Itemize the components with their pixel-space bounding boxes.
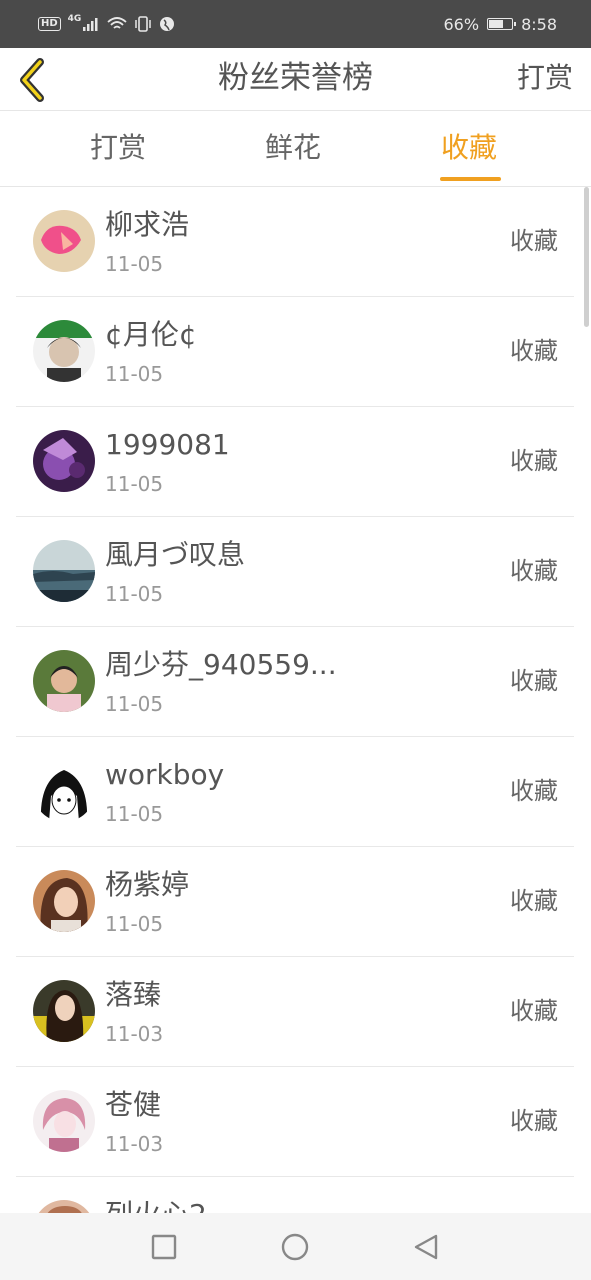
user-name: 落臻 <box>105 978 162 1011</box>
tab-flowers[interactable]: 鲜花 <box>265 129 321 167</box>
user-name: ¢月伦¢ <box>105 318 197 351</box>
user-name: 1999081 <box>105 428 230 461</box>
user-name: 柳求浩 <box>105 208 190 241</box>
clock: 8:58 <box>521 14 557 34</box>
user-name: 周少芬_940559... <box>105 648 337 681</box>
avatar <box>33 1090 95 1152</box>
recent-apps-button[interactable] <box>150 1233 178 1261</box>
date: 11-05 <box>105 692 164 716</box>
avatar <box>33 320 95 382</box>
square-icon <box>151 1234 177 1260</box>
avatar <box>33 760 95 822</box>
avatar <box>33 540 95 602</box>
hd-badge: HD <box>38 17 61 31</box>
home-button[interactable] <box>281 1233 309 1261</box>
tab-reward[interactable]: 打赏 <box>90 129 146 167</box>
action-label: 收藏 <box>510 667 558 695</box>
list-item[interactable]: 周少芬_940559... 11-05 收藏 <box>16 627 574 737</box>
network-4g-icon: 4G <box>67 14 82 24</box>
status-bar-left: HD 4G <box>38 14 175 34</box>
date: 11-05 <box>105 582 164 606</box>
user-name: 風月づ叹息 <box>105 538 246 571</box>
list-item[interactable]: 1999081 11-05 收藏 <box>16 407 574 517</box>
system-nav-bar <box>0 1213 591 1280</box>
avatar <box>33 650 95 712</box>
date: 11-05 <box>105 472 164 496</box>
app-header: 粉丝荣誉榜 打赏 <box>0 48 591 111</box>
avatar <box>33 210 95 272</box>
page-title: 粉丝荣誉榜 <box>218 60 373 96</box>
user-name: workboy <box>105 758 225 791</box>
action-label: 收藏 <box>510 887 558 915</box>
list-item[interactable]: 風月づ叹息 11-05 收藏 <box>16 517 574 627</box>
signal-icon <box>83 18 98 31</box>
list-item[interactable]: ¢月伦¢ 11-05 收藏 <box>16 297 574 407</box>
list-item[interactable]: workboy 11-05 收藏 <box>16 737 574 847</box>
battery-percent: 66% <box>443 14 480 34</box>
date: 11-05 <box>105 802 164 826</box>
user-name: 苍健 <box>105 1088 162 1121</box>
user-name: 杨紫婷 <box>105 868 190 901</box>
list-item[interactable]: 杨紫婷 11-05 收藏 <box>16 847 574 957</box>
status-bar: HD 4G 66% 8:58 <box>0 0 591 48</box>
avatar <box>33 870 95 932</box>
action-label: 收藏 <box>510 337 558 365</box>
tab-favorites[interactable]: 收藏 <box>441 129 497 167</box>
vibrate-icon <box>135 16 152 32</box>
action-label: 收藏 <box>510 997 558 1025</box>
list-item[interactable]: 落臻 11-03 收藏 <box>16 957 574 1067</box>
scrollbar[interactable] <box>584 187 589 327</box>
reward-button[interactable]: 打赏 <box>517 60 573 96</box>
date: 11-03 <box>105 1132 164 1156</box>
back-nav-button[interactable] <box>412 1233 440 1261</box>
avatar <box>33 430 95 492</box>
action-label: 收藏 <box>510 557 558 585</box>
circle-icon <box>281 1233 309 1261</box>
active-tab-indicator <box>440 177 501 181</box>
list-item[interactable]: 苍健 11-03 收藏 <box>16 1067 574 1177</box>
date: 11-05 <box>105 252 164 276</box>
action-label: 收藏 <box>510 227 558 255</box>
action-label: 收藏 <box>510 777 558 805</box>
action-label: 收藏 <box>510 447 558 475</box>
tab-bar: 打赏 鲜花 收藏 <box>0 111 591 187</box>
status-bar-right: 66% 8:58 <box>444 13 558 35</box>
user-name: 列火心2 <box>105 1197 207 1213</box>
wifi-icon <box>107 17 127 29</box>
battery-icon <box>487 18 517 30</box>
list-item[interactable]: 列火心2 <box>16 1177 574 1213</box>
fan-list[interactable]: 柳求浩 11-05 收藏 ¢月伦¢ 11-05 收藏 1999081 11-05… <box>0 187 591 1213</box>
date: 11-05 <box>105 362 164 386</box>
triangle-back-icon <box>414 1234 438 1260</box>
avatar <box>33 1200 95 1213</box>
action-label: 收藏 <box>510 1107 558 1135</box>
list-item[interactable]: 柳求浩 11-05 收藏 <box>16 187 574 297</box>
globe-icon <box>160 17 175 31</box>
avatar <box>33 980 95 1042</box>
date: 11-03 <box>105 1022 164 1046</box>
date: 11-05 <box>105 912 164 936</box>
